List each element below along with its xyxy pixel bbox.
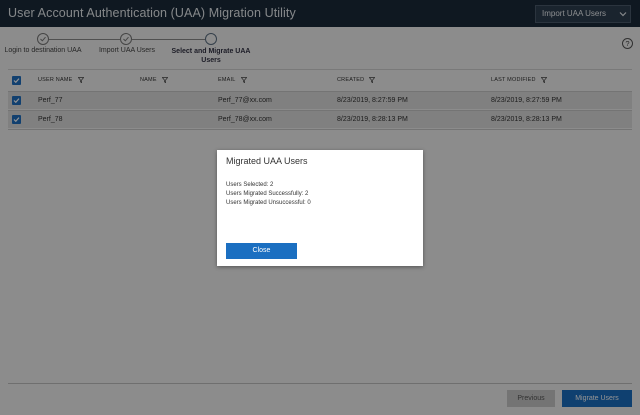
dialog-users-selected: Users Selected: 2 bbox=[226, 182, 274, 188]
migrated-users-dialog: Migrated UAA Users Users Selected: 2 Use… bbox=[217, 150, 423, 266]
dialog-users-migrated-unsuccessful: Users Migrated Unsuccessful: 0 bbox=[226, 200, 311, 206]
dialog-title: Migrated UAA Users bbox=[226, 156, 308, 166]
close-button[interactable]: Close bbox=[226, 243, 297, 259]
dialog-users-migrated-successfully: Users Migrated Successfully: 2 bbox=[226, 191, 309, 197]
